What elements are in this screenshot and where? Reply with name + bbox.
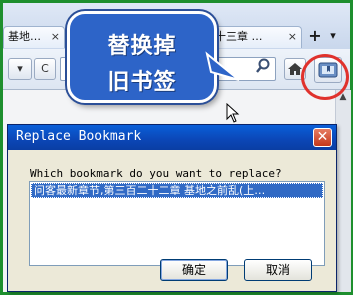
new-tab-button[interactable]: + (306, 28, 324, 46)
cancel-button[interactable]: 取消 (244, 259, 312, 281)
bookmark-list[interactable]: 问客最新章节,第三百二十二章 基地之前乱(上… (29, 181, 325, 266)
dialog-prompt: Which bookmark do you want to replace? (30, 167, 282, 180)
close-icon: ✕ (316, 129, 329, 145)
dialog-title: Replace Bookmark (16, 129, 142, 144)
tab-list-dropdown-icon[interactable]: ▾ (324, 28, 342, 46)
list-item[interactable]: 问客最新章节,第三百二十二章 基地之前乱(上… (31, 183, 323, 198)
tab-label: 基地… (8, 30, 41, 43)
vertical-scrollbar[interactable]: ▲ (335, 90, 351, 292)
dialog-close-button[interactable]: ✕ (313, 128, 332, 147)
replace-bookmark-dialog: Replace Bookmark ✕ Which bookmark do you… (7, 124, 337, 292)
tab-2[interactable]: 十三章 … × (210, 26, 302, 48)
tab-close-icon[interactable]: × (51, 27, 60, 47)
reload-icon: C (41, 62, 49, 75)
annotation-callout: 替换掉 旧书签 (67, 11, 217, 103)
identity-dropdown-button[interactable]: ▾ (8, 58, 32, 80)
dialog-titlebar[interactable]: Replace Bookmark ✕ (8, 125, 336, 150)
search-button[interactable] (252, 58, 274, 80)
reload-button[interactable]: C (34, 58, 56, 80)
callout-line-1: 替换掉 (107, 34, 177, 59)
callout-pointer (205, 51, 240, 81)
tab-1[interactable]: 基地… × (3, 26, 65, 48)
ok-button[interactable]: 确定 (160, 259, 228, 281)
highlight-ring (301, 54, 349, 100)
tab-close-icon[interactable]: × (288, 27, 297, 47)
callout-line-2: 旧书签 (107, 70, 177, 95)
tab-label: 十三章 … (215, 30, 263, 43)
magnifier-icon (256, 58, 270, 73)
mouse-pointer-icon (226, 103, 240, 123)
chevron-down-icon: ▾ (17, 62, 23, 75)
